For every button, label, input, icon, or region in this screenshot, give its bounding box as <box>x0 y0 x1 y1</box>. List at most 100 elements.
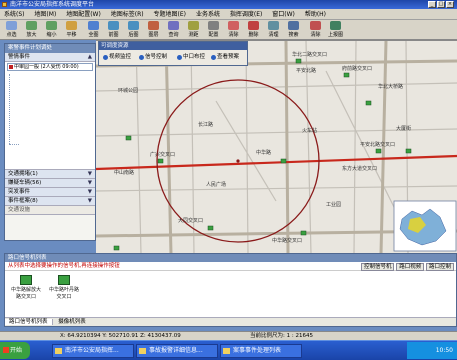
status-bar: X: 64.9210394 Y: 502710.91 Z: 4130437.09… <box>0 331 457 340</box>
map-label: 火车站 <box>302 128 318 134</box>
app-icon <box>2 2 7 7</box>
event-row[interactable]: 中审园一般 (2人受伤 09:00) <box>7 63 93 71</box>
map-label: 广兴交叉口 <box>150 152 176 158</box>
close-button[interactable]: × <box>446 1 454 8</box>
intersection-video-button[interactable]: 路口视频 <box>396 263 425 271</box>
window-icon <box>139 348 146 354</box>
event-list: 中审园一般 (2人受伤 09:00) <box>5 62 95 170</box>
map-canvas[interactable] <box>96 41 457 253</box>
map-label: 长江路 <box>198 122 214 128</box>
intersection-control-button[interactable]: 路口控制 <box>425 263 454 271</box>
start-button[interactable]: 开始 <box>0 342 30 359</box>
section-emergencies[interactable]: 突发事件 ▼ <box>5 188 95 197</box>
map-label: 华北大桥路 <box>378 84 404 90</box>
video-monitor-button[interactable]: 视频监控 <box>103 53 131 62</box>
delete-button[interactable]: 删除 <box>244 21 263 39</box>
report-button[interactable]: 上报图 <box>326 21 345 39</box>
map-label: 平安北路交叉口 <box>360 142 396 148</box>
clear-icon <box>310 21 321 30</box>
config-button[interactable]: 配置 <box>204 21 223 39</box>
zoom-out-icon <box>46 21 57 30</box>
measure-button[interactable]: 测距 <box>184 21 203 39</box>
map-label: 府前路交叉口 <box>342 66 373 72</box>
layers-icon <box>148 21 159 30</box>
map-label: 中山南路 <box>114 170 135 176</box>
view-plan-button[interactable]: 查看预案 <box>211 53 239 62</box>
chevron-down-icon: ▼ <box>87 198 92 204</box>
select-button[interactable]: 点选 <box>2 21 21 39</box>
left-panel-title: 案警事件计划调处 <box>5 44 95 53</box>
chevron-up-icon: ▲ <box>87 54 92 60</box>
taskbar-item[interactable]: 事故报警详细信息... <box>136 344 218 358</box>
window-icon <box>223 348 230 354</box>
taskbar-item[interactable]: 案事事件处理列表 <box>220 344 302 358</box>
zoom-in-icon <box>26 21 37 30</box>
section-traffic-facilities[interactable]: 交通设施 <box>5 206 95 215</box>
prev-view-button[interactable]: 前图 <box>104 21 123 39</box>
forward-arrow-icon <box>128 21 139 30</box>
tree-line <box>9 144 19 145</box>
traffic-signal-icon <box>58 275 70 285</box>
map-label: 工业园 <box>326 202 342 208</box>
zoom-out-button[interactable]: 缩小 <box>42 21 61 39</box>
menu-map-labels[interactable]: 地图标签(R) <box>107 9 148 19</box>
chevron-down-icon: ▼ <box>87 189 92 195</box>
window-title: 南洋市公安局指挥系统调度平台 <box>10 1 95 8</box>
signal-control-button[interactable]: 信号控制 <box>139 53 167 62</box>
map-label: 人民广场 <box>206 182 227 188</box>
taskbar-item[interactable]: 南洋市公安局指挥... <box>52 344 134 358</box>
zoom-in-button[interactable]: 放大 <box>22 21 41 39</box>
gear-icon <box>208 21 219 30</box>
clear-map-button[interactable]: 清除 <box>306 21 325 39</box>
maximize-button[interactable]: □ <box>437 1 445 8</box>
next-view-button[interactable]: 后图 <box>124 21 143 39</box>
map-view[interactable]: 平安北路 华北二路交叉口 华北大桥路 环城公园 府前路交叉口 长江路 人民广场 … <box>96 40 457 253</box>
section-suspect-vehicles[interactable]: 嫌疑车辆(56) ▼ <box>5 179 95 188</box>
control-signal-button[interactable]: 控制信号机 <box>360 263 395 271</box>
device-item[interactable]: 中华路叶丹路交叉口 <box>47 275 81 303</box>
dispatch-resources-popup: 可调度资源 视频监控 信号控制 中口布控 查看预案 <box>98 41 248 66</box>
section-alarm-events[interactable]: 警情事件 ▲ <box>5 53 95 62</box>
window-title-bar: 南洋市公安局指挥系统调度平台 _ □ × <box>0 0 457 9</box>
delete-icon <box>248 21 259 30</box>
tree-line <box>9 74 11 144</box>
map-label: 平安北路 <box>296 68 317 74</box>
pan-button[interactable]: 平移 <box>62 21 81 39</box>
query-button[interactable]: 查询 <box>164 21 183 39</box>
menu-map[interactable]: 地图(M) <box>30 9 60 19</box>
broom-icon <box>268 21 279 30</box>
menu-map-config[interactable]: 地图配置(W) <box>62 9 105 19</box>
chevron-down-icon: ▼ <box>87 180 92 186</box>
search-button[interactable]: 搜索 <box>284 21 303 39</box>
section-case-frames[interactable]: 事件框案(8) ▼ <box>5 197 95 206</box>
clock: 10:50 <box>435 347 453 354</box>
menu-dispatch[interactable]: 指挥调度(E) <box>226 9 266 19</box>
cleanup-button[interactable]: 清理 <box>264 21 283 39</box>
checkpoint-button[interactable]: 中口布控 <box>177 53 205 62</box>
windows-logo-icon <box>3 347 9 353</box>
layers-button[interactable]: 图层 <box>144 21 163 39</box>
menu-business[interactable]: 业务系统 <box>192 9 224 19</box>
menu-thematic[interactable]: 专题地图(E) <box>150 9 190 19</box>
section-traffic-jam[interactable]: 交通拥堵(1) ▼ <box>5 170 95 179</box>
device-item[interactable]: 中华路解放大路交叉口 <box>9 275 43 303</box>
map-label: 中华路 <box>256 150 272 156</box>
bottom-tabs: 路口信号机列表 摄像机列表 <box>5 317 456 326</box>
report-icon <box>330 21 341 30</box>
menu-bar: 系统(S) 地图(M) 地图配置(W) 地图标签(R) 专题地图(E) 业务系统… <box>0 9 457 20</box>
chevron-down-icon: ▼ <box>87 171 92 177</box>
menu-system[interactable]: 系统(S) <box>0 9 29 19</box>
left-panel: 案警事件计划调处 警情事件 ▲ 中审园一般 (2人受伤 09:00) 交通拥堵(1… <box>4 43 96 241</box>
clear-button[interactable]: 清除 <box>224 21 243 39</box>
minimize-button[interactable]: _ <box>428 1 436 8</box>
coordinates-readout: X: 64.9210394 Y: 502710.91 Z: 4130437.09 <box>60 333 181 339</box>
full-extent-button[interactable]: 全图 <box>84 21 103 39</box>
toolbar: 点选 放大 缩小 平移 全图 前图 后图 图层 查询 测距 配置 清除 删除 清… <box>0 20 457 40</box>
map-label: 东方大道交叉口 <box>342 166 378 172</box>
menu-help[interactable]: 帮助(H) <box>301 9 330 19</box>
taskbar: 开始 南洋市公安局指挥... 事故报警详细信息... 案事事件处理列表 10:5… <box>0 340 457 360</box>
signal-list-title: 路口信号机列表 <box>5 254 456 262</box>
tab-camera-list[interactable]: 摄像机列表 <box>54 319 90 325</box>
tab-signal-list[interactable]: 路口信号机列表 <box>5 319 53 325</box>
menu-window[interactable]: 窗口(W) <box>268 9 299 19</box>
